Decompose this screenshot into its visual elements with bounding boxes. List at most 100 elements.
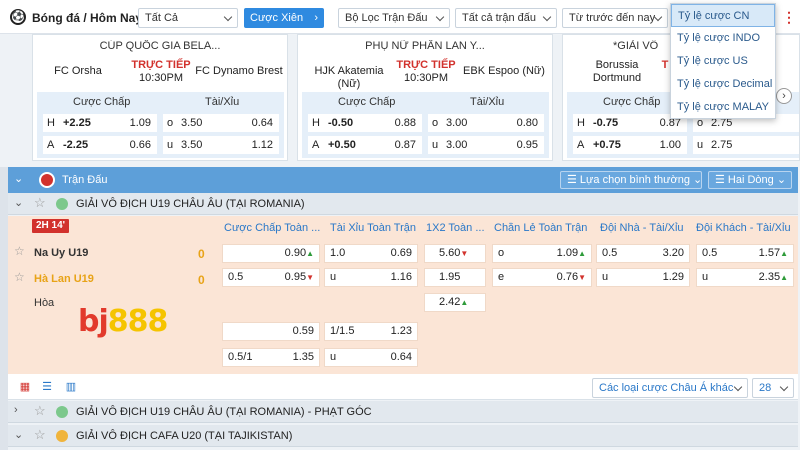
more-bet-types-dropdown[interactable]: Các loại cược Châu Á khác xyxy=(592,378,748,398)
star-icon[interactable]: ☆ xyxy=(14,244,25,258)
draw-label: Hòa xyxy=(34,297,55,309)
odds-option-cn[interactable]: Tỷ lệ cược CN xyxy=(671,4,775,27)
card-live-status: TRỰC TIẾP xyxy=(396,59,456,71)
card-away-team: FC Dynamo Brest xyxy=(195,65,283,77)
star-icon[interactable]: ☆ xyxy=(14,270,25,284)
card-ou-header: Tài/Xỉu xyxy=(205,96,240,108)
live-match-card[interactable]: PHỤ NỮ PHẦN LAN Y... HJK Akatemia (Nữ) T… xyxy=(297,34,553,161)
card-live-status: TRỰC TIẾP xyxy=(131,59,191,71)
match-filter-dropdown[interactable]: Bộ Lọc Trận Đấu xyxy=(338,8,450,28)
star-icon[interactable]: ☆ xyxy=(34,195,46,211)
odds-cell[interactable]: 0.5 0.95▼ xyxy=(222,268,320,287)
odds-cell[interactable]: u 0.64 xyxy=(324,348,418,367)
odds-cell[interactable]: o 1.09▲ xyxy=(492,244,592,263)
odds-option-us[interactable]: Tỷ lệ cược US xyxy=(671,50,775,73)
chevron-right-icon: › xyxy=(314,12,318,24)
column-header: Chẵn Lẻ Toàn Trận xyxy=(494,222,588,234)
odds-cell[interactable]: 0.5 1.57▲ xyxy=(696,244,794,263)
league-icon xyxy=(56,430,68,442)
home-team: Na Uy U19 xyxy=(34,247,89,259)
card-odds-box: Cược Chấp Tài/Xỉu H +2.25 1.09 o 3.50 0.64 A… xyxy=(37,92,284,158)
collapse-icon[interactable]: ⌄ xyxy=(14,172,23,185)
odds-cell[interactable]: 0.90▲ xyxy=(222,244,320,263)
bj888-logo: bj888 xyxy=(78,304,168,339)
bar-chart-icon[interactable]: ▥ xyxy=(64,380,78,394)
parlay-button[interactable]: Cược Xiên › xyxy=(244,8,324,28)
line-mode-label: Hai Dòng xyxy=(727,174,774,186)
card-home-team: HJK Akatemia (Nữ) xyxy=(314,65,384,90)
odds-cell[interactable]: 0.5 3.20 xyxy=(596,244,690,263)
column-header: Đội Nhà - Tài/Xỉu xyxy=(600,222,684,234)
chevron-down-icon[interactable]: ⌄ xyxy=(14,196,23,209)
card-odds-cell[interactable]: A +0.50 0.87 xyxy=(308,136,422,154)
more-options-icon[interactable]: ⋮ xyxy=(782,8,796,28)
card-time: 10:30PM xyxy=(138,72,184,84)
card-home-team: Borussia Dortmund xyxy=(592,59,642,84)
away-team: Hà Lan U19 xyxy=(34,273,94,285)
league-name: GIẢI VÔ ĐỊCH U19 CHÂU ÂU (TẠI ROMANIA) -… xyxy=(76,406,372,418)
odds-option-decimal[interactable]: Tỷ lệ cược Decimal xyxy=(671,73,775,96)
view-mode-select[interactable]: ☰ Lựa chọn bình thường ⌄ xyxy=(560,171,702,189)
odds-cell[interactable]: 1.0 0.69 xyxy=(324,244,418,263)
card-odds-cell[interactable]: u 3.00 0.95 xyxy=(428,136,544,154)
league-icon xyxy=(56,198,68,210)
odds-cell[interactable]: 2.42▲ xyxy=(424,293,486,312)
star-icon[interactable]: ☆ xyxy=(34,403,46,419)
odds-cell[interactable]: 0.59 xyxy=(222,322,320,341)
odds-format-menu: Tỷ lệ cược CN Tỷ lệ cược INDO Tỷ lệ cược… xyxy=(670,3,776,119)
all-matches-dropdown[interactable]: Tất cả trận đấu xyxy=(455,8,557,28)
filter-all-dropdown[interactable]: Tất Cả xyxy=(138,8,238,28)
odds-cell[interactable]: 1/1.5 1.23 xyxy=(324,322,418,341)
chevron-right-icon[interactable]: › xyxy=(14,404,18,416)
odds-cell[interactable]: 5.60▼ xyxy=(424,244,486,263)
league-row[interactable]: ⌄ ☆ GIẢI VÔ ĐỊCH U19 CHÂU ÂU (TẠI ROMANI… xyxy=(8,193,798,215)
match-footer: ▦ ☰ ▥ Các loại cược Châu Á khác 28 xyxy=(8,374,798,400)
clock-icon xyxy=(39,172,55,188)
odds-option-indo[interactable]: Tỷ lệ cược INDO xyxy=(671,27,775,50)
league-name: GIẢI VÔ ĐỊCH CAFA U20 (TẠI TAJIKISTAN) xyxy=(76,430,293,442)
away-score: 0 xyxy=(198,273,205,287)
home-score: 0 xyxy=(198,247,205,261)
card-ou-header: Tài/Xỉu xyxy=(470,96,505,108)
odds-cell[interactable]: u 1.29 xyxy=(596,268,690,287)
matches-panel-header: ⌄ Trận Đấu ☰ Lựa chọn bình thường ⌄ ☰ Ha… xyxy=(8,167,798,193)
card-odds-cell[interactable]: o 3.00 0.80 xyxy=(428,114,544,132)
card-odds-cell[interactable]: A +0.75 1.00 xyxy=(573,136,687,154)
card-odds-cell[interactable]: u 3.50 1.12 xyxy=(163,136,279,154)
odds-option-malay[interactable]: Tỷ lệ cược MALAY xyxy=(671,96,775,119)
column-header: 1X2 Toàn ... xyxy=(426,222,485,234)
carousel-next-icon[interactable]: › xyxy=(776,88,792,104)
odds-cell[interactable]: e 0.76▼ xyxy=(492,268,592,287)
star-icon[interactable]: ☆ xyxy=(34,427,46,443)
league-name: GIẢI VÔ ĐỊCH U19 CHÂU ÂU (TẠI ROMANIA) xyxy=(76,198,305,210)
card-odds-cell[interactable]: H -0.50 0.88 xyxy=(308,114,422,132)
parlay-label: Cược Xiên xyxy=(250,12,304,24)
odds-cell[interactable]: u 2.35▲ xyxy=(696,268,794,287)
panel-title: Trận Đấu xyxy=(62,174,108,186)
card-hcap-header: Cược Chấp xyxy=(338,96,396,108)
odds-cell[interactable]: 1.95 xyxy=(424,268,486,287)
card-odds-cell[interactable]: A -2.25 0.66 xyxy=(43,136,157,154)
column-header: Tài Xỉu Toàn Trận xyxy=(330,222,417,234)
grid-icon[interactable]: ▦ xyxy=(18,380,32,394)
card-hcap-header: Cược Chấp xyxy=(73,96,131,108)
odds-cell[interactable]: u 1.16 xyxy=(324,268,418,287)
card-time: 10:30PM xyxy=(403,72,449,84)
league-row[interactable]: ⌄ ☆ GIẢI VÔ ĐỊCH CAFA U20 (TẠI TAJIKISTA… xyxy=(8,425,798,447)
card-odds-cell[interactable]: u 2.75 xyxy=(693,136,799,154)
card-odds-cell[interactable]: H +2.25 1.09 xyxy=(43,114,157,132)
card-odds-box: Cược Chấp Tài/Xỉu H -0.50 0.88 o 3.00 0.80 A… xyxy=(302,92,549,158)
line-mode-select[interactable]: ☰ Hai Dòng ⌄ xyxy=(708,171,792,189)
live-match-card[interactable]: CÚP QUỐC GIA BELA... FC Orsha TRỰC TIẾP … xyxy=(32,34,288,161)
card-odds-cell[interactable]: o 3.50 0.64 xyxy=(163,114,279,132)
card-hcap-header: Cược Chấp xyxy=(603,96,661,108)
odds-cell[interactable]: 0.5/1 1.35 xyxy=(222,348,320,367)
league-row[interactable]: › ☆ GIẢI VÔ ĐỊCH U19 CHÂU ÂU (TẠI ROMANI… xyxy=(8,401,798,423)
league-icon xyxy=(56,406,68,418)
bet-count-dropdown[interactable]: 28 xyxy=(752,378,794,398)
sort-dropdown[interactable]: Từ trước đến nay xyxy=(562,8,668,28)
match-teams: 2H 14' ☆ Na Uy U19 0 ☆ Hà Lan U19 0 Hòa xyxy=(8,216,218,374)
soccer-ball-icon: ⚽ xyxy=(10,9,26,25)
list-icon[interactable]: ☰ xyxy=(40,380,54,394)
chevron-down-icon[interactable]: ⌄ xyxy=(14,428,23,441)
